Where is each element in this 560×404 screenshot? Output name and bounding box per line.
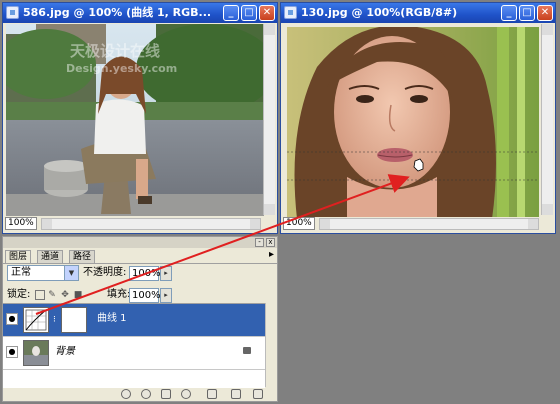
zoom-field[interactable]: 100% — [5, 217, 37, 230]
new-layer-icon[interactable] — [231, 389, 241, 399]
layer-name: 曲线 1 — [97, 313, 127, 324]
minimize-button[interactable]: _ — [223, 5, 239, 21]
scroll-left-arrow[interactable] — [42, 219, 52, 229]
blend-mode-value: 正常 — [11, 267, 31, 278]
scroll-down-arrow[interactable] — [542, 204, 553, 215]
adjustment-icon[interactable] — [181, 389, 191, 399]
mask-icon[interactable] — [161, 389, 171, 399]
maximize-button[interactable]: □ — [241, 5, 257, 21]
maximize-button[interactable]: □ — [519, 5, 535, 21]
chevron-down-icon: ▼ — [64, 266, 78, 280]
opacity-slider-button[interactable]: ▸ — [160, 266, 172, 281]
image-canvas-left[interactable]: 天极设计在线 Design.yesky.com — [6, 24, 264, 216]
link-icon[interactable] — [121, 389, 131, 399]
fill-input[interactable]: 100% — [129, 288, 161, 303]
document-window-right[interactable]: 130.jpg @ 100%(RGB/8#) _ □ ✕ 100% — [280, 2, 556, 234]
layer-list: ● ⁝ 曲线 1 ● 背景 — [3, 303, 265, 388]
tab-channels[interactable]: 通道 — [37, 250, 64, 263]
window-title: 130.jpg @ 100%(RGB/8#) — [301, 6, 458, 19]
document-icon — [6, 6, 19, 19]
panel-menu-icon[interactable]: ▸ — [269, 247, 274, 263]
tab-paths[interactable]: 路径 — [69, 250, 96, 263]
panel-minimize-button[interactable]: - — [255, 238, 264, 247]
opacity-label: 不透明度: — [83, 267, 127, 278]
layer-row-curves[interactable]: ● ⁝ 曲线 1 — [3, 304, 265, 337]
scroll-right-arrow[interactable] — [250, 219, 260, 229]
lock-all-icon[interactable]: ■ — [73, 290, 83, 300]
layers-panel[interactable]: - x 图层 通道 路径 ▸ 正常 ▼ 不透明度: 100% ▸ 锁定: ✎ ✥… — [2, 236, 278, 402]
vertical-scrollbar[interactable] — [541, 24, 553, 215]
chain-link-icon[interactable]: ⁝ — [53, 315, 56, 325]
status-bar: 100% — [283, 217, 553, 231]
tab-layers[interactable]: 图层 — [5, 250, 32, 263]
trash-icon[interactable] — [253, 389, 263, 399]
image-canvas-right[interactable] — [287, 27, 539, 219]
blend-mode-select[interactable]: 正常 ▼ — [7, 265, 79, 281]
close-button[interactable]: ✕ — [259, 5, 275, 21]
portrait-photo — [287, 27, 539, 219]
layer-mask-thumbnail[interactable] — [61, 307, 87, 333]
document-icon — [284, 6, 297, 19]
scroll-up-arrow[interactable] — [264, 24, 275, 35]
blend-row: 正常 ▼ 不透明度: 100% ▸ — [3, 265, 277, 283]
panel-tabs: 图层 通道 路径 ▸ — [3, 249, 277, 264]
close-button[interactable]: ✕ — [537, 5, 553, 21]
opacity-input[interactable]: 100% — [129, 266, 161, 281]
document-window-left[interactable]: 586.jpg @ 100% (曲线 1, RGB... _ □ ✕ 天极设计在… — [2, 2, 278, 234]
layer-name: 背景 — [55, 346, 75, 357]
lock-transparency-icon[interactable] — [35, 290, 45, 300]
scroll-left-arrow[interactable] — [320, 219, 330, 229]
horizontal-scrollbar[interactable] — [319, 218, 539, 230]
curves-adjustment-icon — [23, 307, 49, 333]
vertical-scrollbar[interactable] — [263, 24, 275, 215]
scroll-up-arrow[interactable] — [542, 24, 553, 35]
watermark: 天极设计在线 — [70, 42, 161, 60]
background-thumbnail — [23, 340, 49, 366]
lock-move-icon[interactable]: ✥ — [60, 290, 70, 300]
watermark-url: Design.yesky.com — [66, 62, 178, 75]
panel-bottom-bar — [3, 387, 277, 401]
scroll-down-arrow[interactable] — [264, 204, 275, 215]
scroll-right-arrow[interactable] — [528, 219, 538, 229]
window-title: 586.jpg @ 100% (曲线 1, RGB... — [23, 6, 212, 19]
layers-scrollbar[interactable] — [265, 303, 277, 387]
folder-icon[interactable] — [207, 389, 217, 399]
fill-label: 填充: — [107, 289, 131, 300]
panel-header[interactable]: - x — [3, 237, 277, 248]
lock-label: 锁定: — [7, 289, 31, 300]
fx-icon[interactable] — [141, 389, 151, 399]
panel-close-button[interactable]: x — [266, 238, 275, 247]
minimize-button[interactable]: _ — [501, 5, 517, 21]
lock-icon — [243, 347, 251, 354]
zoom-field[interactable]: 100% — [283, 217, 315, 230]
eye-icon[interactable]: ● — [6, 313, 18, 325]
horizontal-scrollbar[interactable] — [41, 218, 261, 230]
layer-row-background[interactable]: ● 背景 — [3, 337, 265, 370]
lock-brush-icon[interactable]: ✎ — [47, 290, 57, 300]
eye-icon[interactable]: ● — [6, 346, 18, 358]
fill-slider-button[interactable]: ▸ — [160, 288, 172, 303]
status-bar: 100% — [5, 217, 275, 231]
